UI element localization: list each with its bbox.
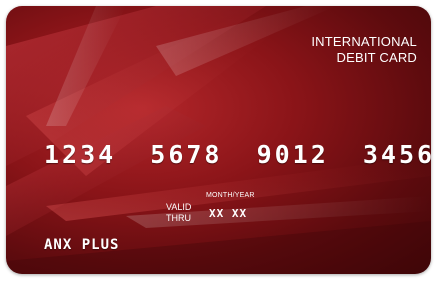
expiry-date: XX XX [209,207,248,220]
card-number-group: 5678 [150,140,223,169]
cardholder-name: ANX PLUS [44,237,120,253]
card-type-line2: DEBIT CARD [336,50,417,65]
card-number-group: 1234 [44,140,117,169]
card-type-line1: INTERNATIONAL [311,34,417,49]
debit-card: INTERNATIONAL DEBIT CARD 1234 5678 9012 … [6,6,431,274]
card-number: 1234 5678 9012 3456 [44,140,431,169]
card-type-title: INTERNATIONAL DEBIT CARD [311,34,417,66]
card-number-group: 3456 [362,140,431,169]
valid-label-line2: THRU [166,213,191,223]
valid-label-line1: VALID [166,202,192,212]
expiry-caption: MONTH/YEAR [206,192,255,199]
card-number-group: 9012 [256,140,329,169]
valid-thru-label: VALID THRU [166,202,191,224]
